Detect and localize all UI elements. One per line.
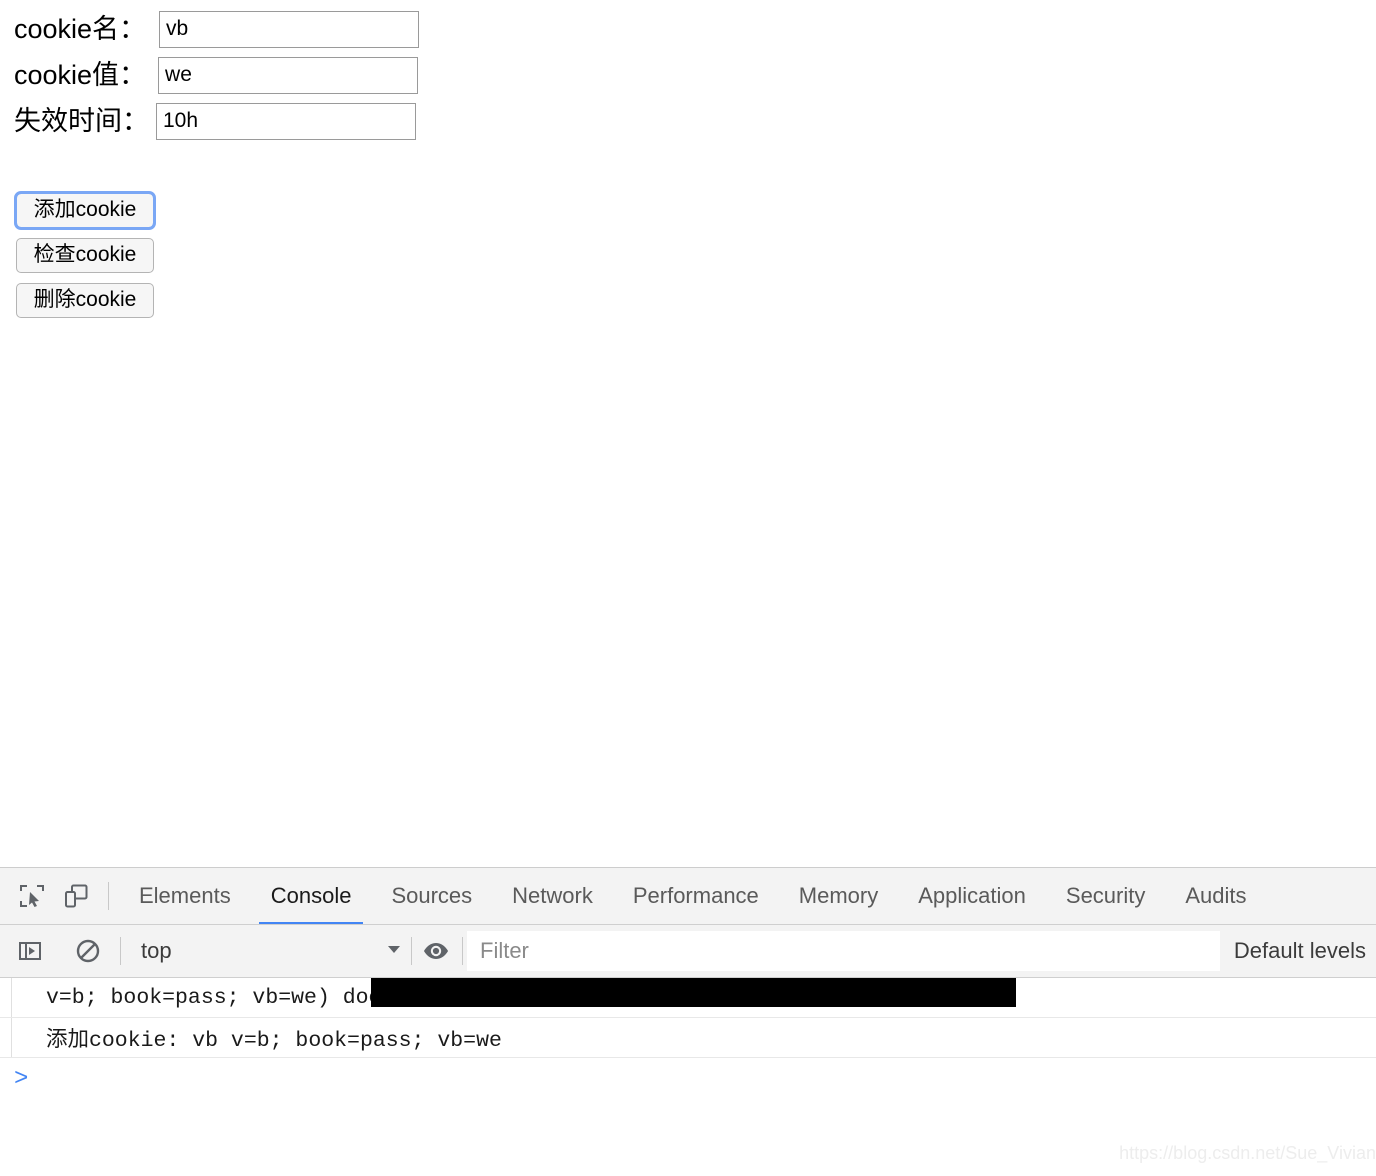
toolbar-divider-2 (120, 937, 121, 965)
form-row-cookie-expiry: 失效时间： (14, 98, 419, 144)
tab-application[interactable]: Application (898, 868, 1046, 924)
redaction-bar (371, 978, 1016, 1007)
execution-context-select[interactable]: top (131, 931, 411, 971)
tab-security[interactable]: Security (1046, 868, 1165, 924)
console-toolbar: top Default levels (0, 925, 1376, 978)
cookie-action-buttons: 添加cookie 检查cookie 删除cookie (14, 191, 156, 328)
add-cookie-button[interactable]: 添加cookie (14, 191, 156, 230)
tab-memory[interactable]: Memory (779, 868, 898, 924)
toolbar-divider-3 (411, 937, 412, 965)
cookie-expiry-label: 失效时间： (14, 106, 149, 136)
check-cookie-button[interactable]: 检查cookie (16, 238, 154, 273)
cookie-form: cookie名： cookie值： 失效时间： (14, 6, 420, 144)
console-message-text: 添加cookie: vb v=b; book=pass; vb=we (46, 1029, 502, 1053)
clear-console-icon[interactable] (66, 929, 110, 973)
tab-elements[interactable]: Elements (119, 868, 251, 924)
tab-sources[interactable]: Sources (371, 868, 492, 924)
cookie-value-label: cookie值： (14, 60, 147, 90)
tab-network[interactable]: Network (492, 868, 613, 924)
console-row[interactable]: 添加cookie: vb v=b; book=pass; vb=we (0, 1018, 1376, 1058)
chevron-down-icon (385, 940, 403, 963)
cookie-name-label: cookie名： (14, 14, 147, 44)
watermark: https://blog.csdn.net/Sue_Vivian (1119, 1143, 1376, 1163)
inspect-element-icon[interactable] (10, 874, 54, 918)
devtools-tabbar: Elements Console Sources Network Perform… (0, 868, 1376, 925)
console-message-text: v=b; book=pass; vb=we (46, 985, 317, 1010)
device-toolbar-icon[interactable] (54, 874, 98, 918)
console-row[interactable]: v=b; book=pass; vb=we ) document.cookie (0, 978, 1376, 1018)
tab-audits[interactable]: Audits (1165, 868, 1266, 924)
console-row-gutter (0, 978, 12, 1017)
prompt-chevron-icon: > (14, 1066, 29, 1093)
console-level-select[interactable]: Default levels (1220, 938, 1376, 964)
form-row-cookie-name: cookie名： (14, 6, 420, 52)
console-sidebar-icon[interactable] (8, 929, 52, 973)
form-row-cookie-value: cookie值： (14, 52, 419, 98)
console-filter-input[interactable] (467, 931, 1220, 971)
tab-console[interactable]: Console (251, 868, 372, 924)
execution-context-label: top (141, 938, 172, 963)
delete-cookie-button[interactable]: 删除cookie (16, 283, 154, 318)
toolbar-divider-4 (462, 937, 463, 965)
tab-performance[interactable]: Performance (613, 868, 779, 924)
console-row-gutter (0, 1018, 12, 1057)
console-prompt-row[interactable]: > (0, 1058, 1376, 1102)
web-page-content: cookie名： cookie值： 失效时间： 添加cookie 检查cooki… (0, 0, 1376, 867)
toolbar-divider (108, 882, 109, 910)
live-expression-eye-icon[interactable] (414, 929, 458, 973)
cookie-name-input[interactable] (159, 10, 420, 48)
devtools-panel: Elements Console Sources Network Perform… (0, 867, 1376, 1176)
cookie-expiry-input[interactable] (156, 102, 416, 140)
cookie-value-input[interactable] (158, 56, 419, 94)
